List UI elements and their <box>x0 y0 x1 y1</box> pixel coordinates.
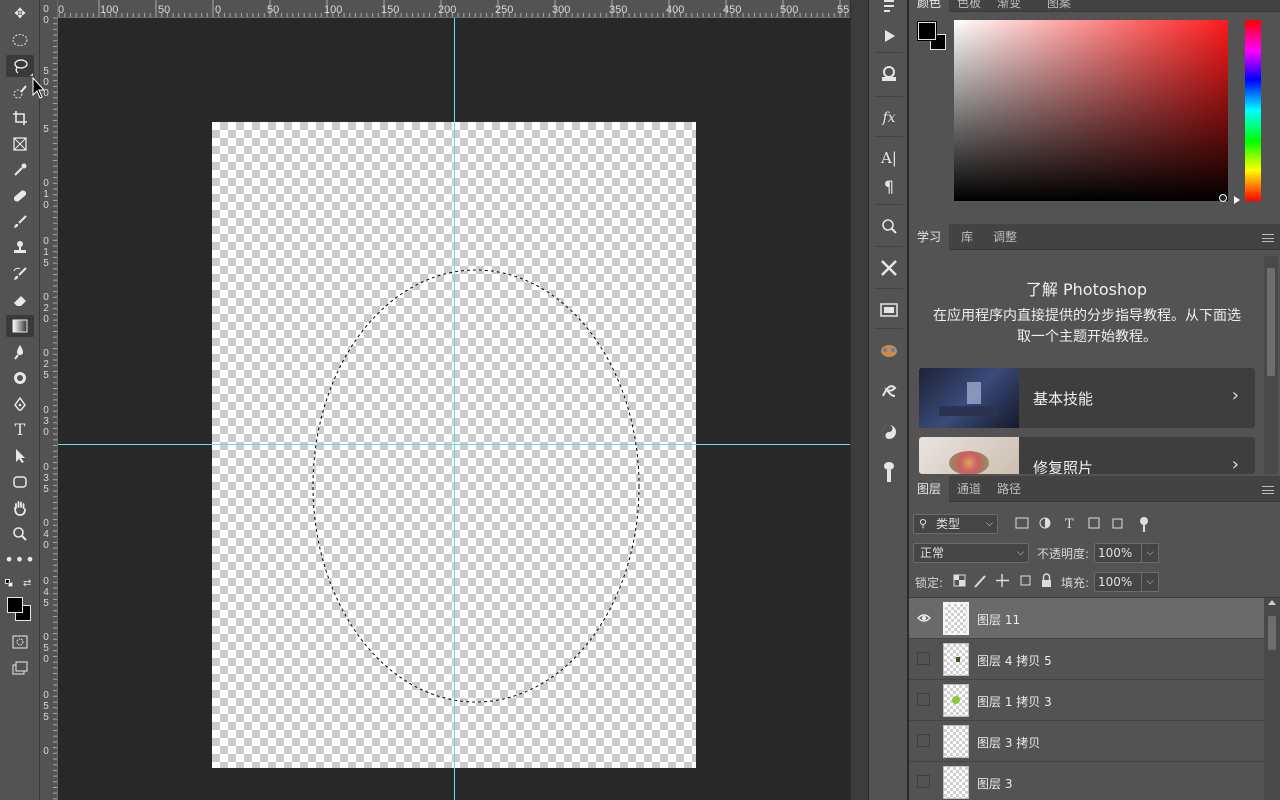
right-panels: 颜色 色板 渐变 图案 学习 库 调整 了解 Photoshop 在应用程序内直… <box>909 0 1280 800</box>
layer-list: 图层 11 图层 4 拷贝 5 图层 1 拷贝 3 图层 3 拷贝 图层 3 <box>909 598 1264 800</box>
color-picker-marker[interactable] <box>1219 194 1227 202</box>
layers-panel-menu-icon[interactable] <box>1262 486 1274 494</box>
layer-thumbnail <box>943 643 969 676</box>
learn-card-label: 基本技能 <box>1033 390 1094 408</box>
shape-filter-icon <box>1088 517 1100 529</box>
visibility-toggle[interactable] <box>917 734 930 747</box>
elliptical-selection-bg <box>312 269 640 703</box>
history-panel-icon[interactable] <box>877 0 901 18</box>
learn-scrollbar[interactable] <box>1264 256 1278 474</box>
visibility-eye-icon[interactable] <box>917 611 931 625</box>
color-field[interactable] <box>954 20 1228 201</box>
blend-mode-select[interactable]: 正常 ⌵ <box>913 543 1029 563</box>
properties-panel-icon[interactable] <box>877 62 901 86</box>
search-icon: ⚲ <box>919 517 928 530</box>
layer-name[interactable]: 图层 4 拷贝 5 <box>977 652 1052 669</box>
canvas-overlay <box>32 18 850 800</box>
lock-label: 锁定: <box>915 576 944 590</box>
color-panel-swatches[interactable] <box>917 21 956 54</box>
visibility-toggle[interactable] <box>917 652 930 665</box>
learn-description: 在应用程序内直接提供的分步指导教程。从下面选取一个主题开始教程。 <box>933 308 1241 345</box>
tab-patterns[interactable]: 图案 <box>1039 0 1079 16</box>
visibility-toggle[interactable] <box>917 693 930 706</box>
fill-input[interactable]: 100% <box>1094 572 1142 592</box>
layers-panel-tabs: 图层 通道 路径 <box>909 476 1280 502</box>
layer-thumbnail <box>943 725 969 758</box>
paragraph-panel-icon[interactable]: ¶ <box>877 174 901 198</box>
learn-card-thumbnail <box>919 368 1019 428</box>
tab-gradients[interactable]: 渐变 <box>989 0 1029 16</box>
layer-row[interactable]: 图层 4 拷贝 5 <box>909 639 1264 680</box>
learn-card-label: 修复照片 <box>1033 459 1094 474</box>
layer-row[interactable]: 图层 1 拷贝 3 <box>909 680 1264 721</box>
chevron-down-icon: ⌵ <box>986 519 993 529</box>
layers-scrollbar[interactable] <box>1264 598 1280 800</box>
color-panel-tabs: 颜色 色板 渐变 图案 <box>909 0 1280 16</box>
fill-value: 100% <box>1098 575 1133 589</box>
layer-name[interactable]: 图层 3 <box>977 775 1012 792</box>
tab-swatches[interactable]: 色板 <box>949 0 989 16</box>
opacity-label: 不透明度: <box>1037 547 1090 561</box>
tab-adjustments[interactable]: 调整 <box>985 224 1025 250</box>
layer-filter-select[interactable]: ⚲ 类型 ⌵ <box>913 514 998 534</box>
fill-dropdown-icon[interactable]: ⌵ <box>1141 572 1159 592</box>
chevron-right-icon: › <box>1231 385 1239 406</box>
blend-mode-value: 正常 <box>920 546 945 560</box>
tab-color[interactable]: 颜色 <box>909 0 950 16</box>
opacity-input[interactable]: 100% <box>1094 543 1142 563</box>
lock-icons[interactable] <box>952 573 1052 589</box>
character-panel-icon[interactable]: A| <box>877 146 901 170</box>
learn-title: 了解 Photoshop <box>1025 280 1148 299</box>
extension-panel-icon[interactable] <box>877 378 901 402</box>
tab-paths[interactable]: 路径 <box>989 476 1029 502</box>
chevron-down-icon: ⌵ <box>1017 548 1024 558</box>
layer-thumbnail <box>943 602 969 635</box>
tool-presets-icon[interactable] <box>877 256 901 280</box>
learn-panel-menu-icon[interactable] <box>1262 234 1274 242</box>
hue-slider[interactable] <box>1245 20 1261 201</box>
chevron-right-icon: › <box>1231 454 1239 474</box>
collapsed-panels-dock: fx A| ¶ <box>868 0 908 800</box>
layer-row[interactable]: 图层 3 拷贝 <box>909 721 1264 762</box>
layer-row[interactable]: 图层 11 <box>909 598 1264 639</box>
learn-card-restore-photo[interactable]: 修复照片 › <box>919 437 1255 474</box>
learn-card-thumbnail <box>919 437 1019 474</box>
layer-name[interactable]: 图层 3 拷贝 <box>977 734 1040 751</box>
elliptical-selection <box>312 269 640 703</box>
brush-settings-icon[interactable] <box>877 214 901 238</box>
mouse-cursor-icon <box>32 76 46 99</box>
scroll-up-icon[interactable] <box>1268 600 1276 605</box>
actions-play-icon[interactable] <box>877 24 901 48</box>
plugin-panel-icon[interactable] <box>877 338 901 362</box>
hue-slider-handle[interactable] <box>1234 196 1240 204</box>
learn-panel-tabs: 学习 库 调整 <box>909 224 1280 250</box>
type-filter-icon: T <box>1065 517 1074 532</box>
pixel-filter-icon <box>1015 517 1029 529</box>
smart-object-filter-icon <box>1112 518 1123 529</box>
yin-yang-panel-icon[interactable] <box>877 420 901 444</box>
filter-toggle-icon <box>1140 517 1148 525</box>
libraries-panel-icon[interactable] <box>877 297 901 321</box>
tab-libraries[interactable]: 库 <box>953 224 981 250</box>
layer-filter-icons: T <box>1014 516 1244 532</box>
tab-channels[interactable]: 通道 <box>949 476 989 502</box>
opacity-value: 100% <box>1098 546 1133 560</box>
learn-card-basic-skills[interactable]: 基本技能 › <box>919 368 1255 428</box>
opacity-dropdown-icon[interactable]: ⌵ <box>1141 543 1159 563</box>
brush-tool-panel-icon[interactable] <box>877 460 901 484</box>
styles-fx-icon[interactable]: fx <box>877 106 901 130</box>
tab-learn[interactable]: 学习 <box>909 224 950 250</box>
layer-name[interactable]: 图层 1 拷贝 3 <box>977 693 1052 710</box>
layer-name[interactable]: 图层 11 <box>977 611 1020 628</box>
fill-label: 填充: <box>1061 576 1090 590</box>
layer-filter-value: 类型 <box>936 517 961 531</box>
layer-thumbnail <box>943 766 969 799</box>
tab-layers[interactable]: 图层 <box>909 476 950 502</box>
layer-row[interactable]: 图层 3 <box>909 762 1264 800</box>
workspace-scrollbar[interactable] <box>850 0 868 800</box>
layer-thumbnail <box>943 684 969 717</box>
visibility-toggle[interactable] <box>917 775 930 788</box>
